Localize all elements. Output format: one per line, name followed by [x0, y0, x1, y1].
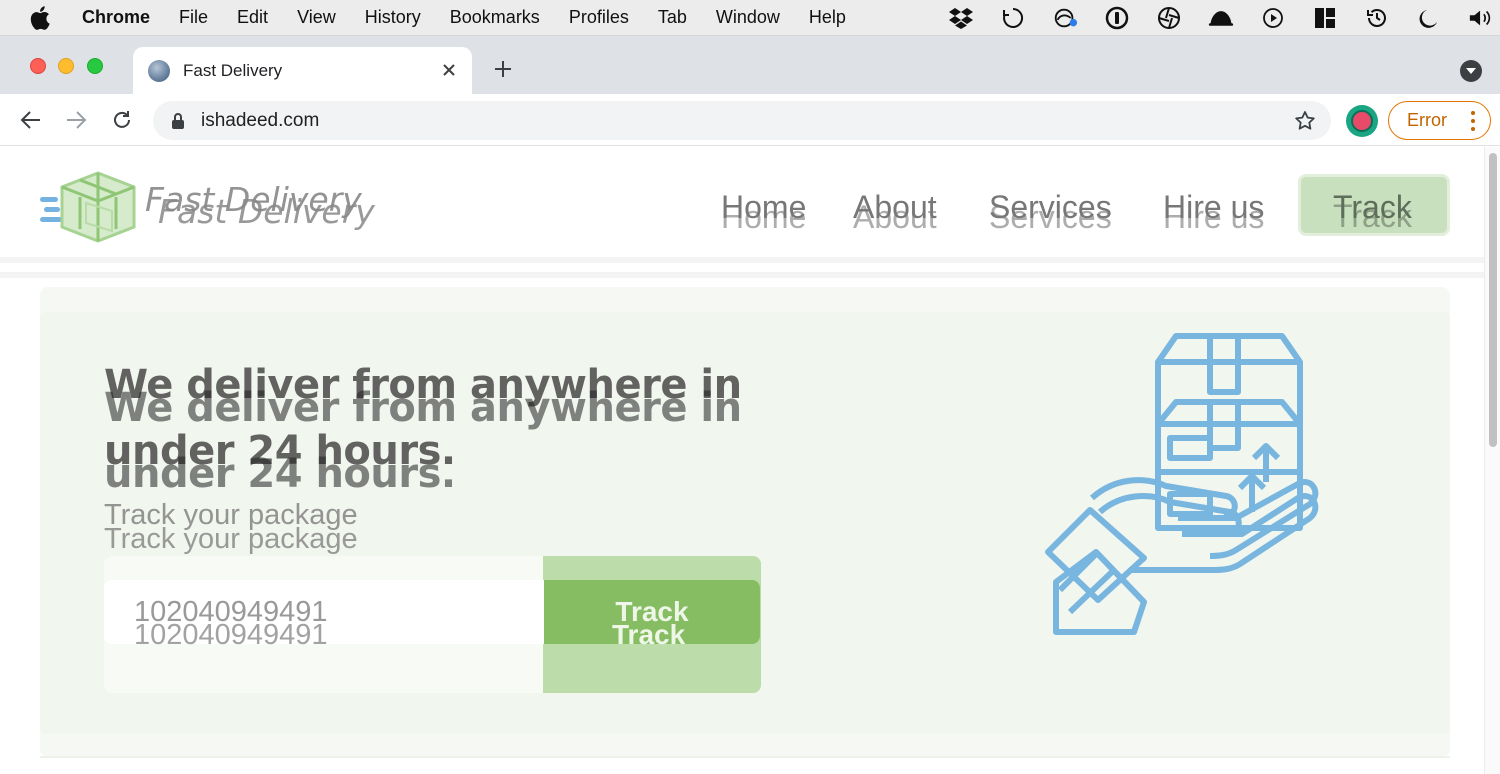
lock-icon[interactable]: [171, 112, 187, 130]
menu-window[interactable]: Window: [716, 7, 780, 28]
back-arrow-icon[interactable]: [17, 106, 45, 134]
do-not-disturb-moon-icon[interactable]: [1416, 5, 1442, 31]
volume-icon[interactable]: [1468, 5, 1494, 31]
menu-edit[interactable]: Edit: [237, 7, 268, 28]
incognito-hat-icon[interactable]: [1208, 5, 1234, 31]
menu-help[interactable]: Help: [809, 7, 846, 28]
menu-file[interactable]: File: [179, 7, 208, 28]
tab-search-chevron-icon[interactable]: [1460, 60, 1482, 82]
dropbox-icon[interactable]: [948, 5, 974, 31]
more-vertical-icon[interactable]: [1470, 111, 1476, 131]
tracking-number-ghost: 102040949491: [134, 619, 328, 651]
browser-tab-strip: Fast Delivery: [0, 36, 1500, 94]
header-divider: [0, 257, 1484, 263]
scrollbar-thumb[interactable]: [1489, 153, 1497, 447]
menu-profiles[interactable]: Profiles: [569, 7, 629, 28]
nav-link-services[interactable]: Services Services: [989, 189, 1112, 235]
apple-menu-icon[interactable]: [30, 5, 54, 30]
header-divider-ghost: [0, 272, 1484, 278]
window-layout-icon[interactable]: [1312, 5, 1338, 31]
menu-app-name[interactable]: Chrome: [82, 7, 150, 28]
hero-bottom-edge: [40, 756, 1450, 758]
nav-link-home[interactable]: Home Home: [721, 189, 806, 235]
page-scrollbar[interactable]: [1484, 147, 1500, 774]
menu-bookmarks[interactable]: Bookmarks: [450, 7, 540, 28]
tab-close-icon[interactable]: [438, 59, 460, 81]
status-bar-icons: [948, 0, 1500, 36]
logo-cube-icon[interactable]: [38, 169, 158, 247]
avatar-image: [1351, 110, 1373, 132]
password-manager-icon[interactable]: [1104, 5, 1130, 31]
window-close-button[interactable]: [30, 58, 46, 74]
menu-view[interactable]: View: [297, 7, 336, 28]
url-text[interactable]: ishadeed.com: [201, 110, 319, 132]
error-label: Error: [1407, 110, 1447, 130]
browser-tab-active[interactable]: Fast Delivery: [133, 47, 472, 94]
page-viewport: Fast Delivery Fast Delivery Home Home Ab…: [0, 147, 1500, 774]
forward-arrow-icon[interactable]: [62, 106, 90, 134]
new-tab-plus-icon[interactable]: [490, 56, 516, 82]
track-subheading-ghost: Track your package: [104, 523, 358, 555]
site-header: Fast Delivery Fast Delivery Home Home Ab…: [0, 147, 1484, 262]
address-bar[interactable]: ishadeed.com: [153, 101, 1331, 140]
track-submit-ghost: Track: [612, 619, 686, 650]
browser-toolbar: ishadeed.com Error: [0, 94, 1500, 146]
menu-history[interactable]: History: [365, 7, 421, 28]
window-zoom-button[interactable]: [87, 58, 103, 74]
cloud-sync-icon[interactable]: [1052, 5, 1078, 31]
profile-avatar[interactable]: [1346, 105, 1378, 137]
play-circle-icon[interactable]: [1260, 5, 1286, 31]
time-machine-icon[interactable]: [1364, 5, 1390, 31]
window-minimize-button[interactable]: [58, 58, 74, 74]
hero-headline-ghost: We deliver from anywhere in under 24 hou…: [104, 385, 742, 497]
reload-icon[interactable]: [108, 106, 136, 134]
nav-link-about[interactable]: About About: [853, 189, 937, 235]
aperture-icon[interactable]: [1156, 5, 1182, 31]
refresh-app-icon[interactable]: [1000, 5, 1026, 31]
menu-tab[interactable]: Tab: [658, 7, 687, 28]
error-button[interactable]: Error: [1388, 101, 1491, 140]
package-hand-illustration-icon: [1045, 333, 1319, 635]
nav-link-hire-us[interactable]: Hire us Hire us: [1163, 189, 1264, 235]
bookmark-star-icon[interactable]: [1293, 109, 1317, 133]
logo-text-ghost: Fast Delivery: [158, 192, 375, 231]
tab-title: Fast Delivery: [183, 60, 283, 80]
nav-track-button[interactable]: Track Track: [1298, 174, 1450, 236]
macos-menu-bar: Chrome File Edit View History Bookmarks …: [0, 0, 1500, 36]
tab-favicon-icon: [148, 59, 170, 82]
